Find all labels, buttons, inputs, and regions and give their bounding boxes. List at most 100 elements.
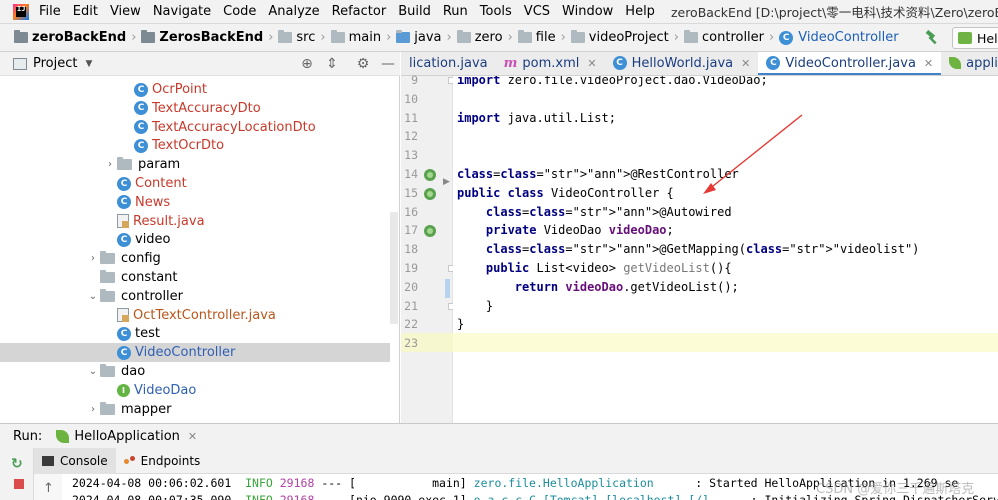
chevron-right-icon[interactable]: › bbox=[86, 253, 100, 264]
menu-edit[interactable]: Edit bbox=[67, 0, 104, 23]
tab-endpoints[interactable]: Endpoints bbox=[116, 448, 209, 474]
chevron-down-icon[interactable]: ▼ bbox=[85, 59, 92, 69]
chevron-right-icon[interactable]: › bbox=[103, 159, 117, 170]
tree-item-label: TextAccuracyDto bbox=[152, 100, 261, 116]
build-hammer-icon[interactable] bbox=[924, 30, 940, 46]
tree-item[interactable]: C Content bbox=[0, 174, 390, 193]
chevron-right-icon[interactable]: › bbox=[86, 404, 100, 415]
breadcrumb-videoproject[interactable]: videoProject bbox=[570, 30, 669, 45]
close-icon[interactable]: ✕ bbox=[741, 57, 750, 70]
project-view-selector[interactable]: Project bbox=[33, 56, 77, 71]
menu-code[interactable]: Code bbox=[217, 0, 262, 23]
tree-item[interactable]: constant bbox=[0, 268, 390, 287]
tree-item[interactable]: C OcrPoint bbox=[0, 80, 390, 99]
spring-bean-icon[interactable] bbox=[424, 169, 436, 181]
tree-item[interactable]: C TextAccuracyLocationDto bbox=[0, 118, 390, 137]
chevron-down-icon[interactable]: ⌄ bbox=[86, 291, 100, 302]
tree-item-label: OcrPoint bbox=[152, 82, 208, 97]
breadcrumb-zero[interactable]: zero bbox=[456, 30, 503, 45]
close-icon[interactable]: ✕ bbox=[924, 57, 933, 70]
scrollbar[interactable] bbox=[390, 212, 398, 324]
hide-panel-icon[interactable]: — bbox=[380, 56, 396, 72]
code-line[interactable]: class=class="str">"ann">@RestController bbox=[457, 165, 739, 184]
tree-item[interactable]: › mapper bbox=[0, 400, 390, 419]
tree-item[interactable]: Ctest bbox=[0, 324, 390, 343]
editor-tab[interactable]: C VideoController.java ✕ bbox=[758, 52, 942, 75]
tree-item[interactable]: I VideoDao bbox=[0, 381, 390, 400]
code-line[interactable]: return videoDao.getVideoList(); bbox=[457, 278, 739, 297]
tree-item[interactable]: C TextOcrDto bbox=[0, 136, 390, 155]
close-icon[interactable]: ✕ bbox=[587, 57, 596, 70]
package-folder-icon bbox=[117, 157, 132, 171]
tree-item[interactable]: › config bbox=[0, 249, 390, 268]
tree-item[interactable]: C TextAccuracyDto bbox=[0, 99, 390, 118]
breadcrumb-java[interactable]: java bbox=[396, 30, 442, 45]
run-panel-header: Run: HelloApplication ✕ bbox=[0, 423, 998, 448]
code-line[interactable]: public class VideoController { bbox=[457, 184, 674, 203]
log-time: 2024-04-08 00:07:35.090 bbox=[72, 493, 232, 500]
project-panel-header: Project ▼ ⊕ ⇕ ⚙ — bbox=[0, 52, 400, 76]
menu-help[interactable]: Help bbox=[619, 0, 661, 23]
menu-refactor[interactable]: Refactor bbox=[326, 0, 393, 23]
menu-vcs[interactable]: VCS bbox=[518, 0, 556, 23]
project-tree: C OcrPoint C TextAccuracyDto C TextAccuracyLo… bbox=[0, 76, 400, 423]
class-icon: C bbox=[117, 326, 131, 341]
menu-tools[interactable]: Tools bbox=[474, 0, 518, 23]
tree-item[interactable]: Result.java bbox=[0, 212, 390, 231]
spring-bean-icon[interactable] bbox=[424, 225, 436, 238]
code-line[interactable]: public List<video> getVideoList(){ bbox=[457, 259, 732, 278]
tree-item[interactable]: ⌄ dao bbox=[0, 362, 390, 381]
tree-item-label: TextAccuracyLocationDto bbox=[152, 119, 316, 135]
tab-console[interactable]: Console bbox=[34, 447, 116, 474]
stop-icon[interactable] bbox=[14, 479, 24, 489]
spring-bean-icon[interactable] bbox=[424, 187, 436, 200]
code-line[interactable]: class=class="str">"ann">@Autowired bbox=[457, 203, 732, 222]
code-line[interactable]: import zero.file.videoProject.dao.VideoD… bbox=[457, 76, 768, 90]
rerun-icon[interactable]: ↻ bbox=[11, 456, 23, 472]
menu-build[interactable]: Build bbox=[392, 0, 437, 23]
breadcrumb-file[interactable]: file bbox=[517, 30, 556, 45]
code-line[interactable]: class=class="str">"ann">@GetMapping(clas… bbox=[457, 240, 920, 259]
menu-file[interactable]: File bbox=[37, 0, 67, 23]
tree-item[interactable]: Cvideo bbox=[0, 230, 390, 249]
menu-run[interactable]: Run bbox=[437, 0, 474, 23]
tree-item[interactable]: ⌄ controller bbox=[0, 287, 390, 306]
tree-item[interactable]: OctTextController.java bbox=[0, 306, 390, 325]
run-gutter-icon[interactable]: ▶ bbox=[443, 177, 450, 187]
code-line[interactable]: import java.util.List; bbox=[457, 109, 616, 128]
breadcrumb-main[interactable]: main bbox=[330, 30, 381, 45]
editor-tab[interactable]: C HelloWorld.java ✕ bbox=[605, 52, 759, 75]
editor-tab[interactable]: m pom.xml ✕ bbox=[496, 52, 605, 75]
tree-item[interactable]: C VideoController bbox=[0, 343, 390, 363]
breadcrumb-project[interactable]: zeroBackEnd bbox=[14, 30, 126, 45]
run-tab-helloapplication[interactable]: HelloApplication ✕ bbox=[56, 429, 197, 444]
code-line[interactable]: } bbox=[457, 315, 464, 334]
editor-tab-bar: lication.java m pom.xml ✕ C HelloWorld.java ✕ C… bbox=[401, 52, 998, 76]
breadcrumb-src[interactable]: src bbox=[278, 30, 315, 45]
class-icon: C bbox=[117, 195, 131, 210]
tree-item[interactable]: C News bbox=[0, 193, 390, 212]
vcs-change-marker[interactable] bbox=[445, 279, 450, 298]
chevron-down-icon[interactable]: ⌄ bbox=[86, 366, 100, 377]
menu-navigate[interactable]: Navigate bbox=[147, 0, 217, 23]
code-editor[interactable]: import zero.file.videoProject.dao.VideoD… bbox=[453, 76, 998, 423]
menu-view[interactable]: View bbox=[104, 0, 147, 23]
code-line[interactable]: } bbox=[457, 297, 493, 316]
locate-target-icon[interactable]: ⊕ bbox=[299, 56, 315, 72]
log-sep: --- bbox=[321, 493, 343, 500]
menu-window[interactable]: Window bbox=[556, 0, 619, 23]
line-number: 21 bbox=[404, 298, 418, 313]
collapse-all-icon[interactable]: ⇕ bbox=[324, 56, 340, 72]
menu-analyze[interactable]: Analyze bbox=[262, 0, 325, 23]
breadcrumb-controller[interactable]: controller bbox=[684, 30, 764, 45]
tree-item[interactable]: › param bbox=[0, 155, 390, 174]
scroll-up-arrow-icon[interactable]: ↑ bbox=[43, 481, 54, 496]
breadcrumb-videocontroller[interactable]: C VideoController bbox=[779, 30, 899, 45]
editor-tab[interactable]: application.yml bbox=[941, 52, 998, 75]
run-configuration-selector[interactable]: Hell bbox=[952, 27, 998, 49]
gear-icon[interactable]: ⚙ bbox=[355, 56, 371, 72]
package-icon bbox=[517, 30, 532, 43]
breadcrumb-module[interactable]: ZerosBackEnd bbox=[141, 30, 263, 45]
code-line[interactable]: private VideoDao videoDao; bbox=[457, 221, 674, 240]
close-icon[interactable]: ✕ bbox=[188, 430, 197, 443]
